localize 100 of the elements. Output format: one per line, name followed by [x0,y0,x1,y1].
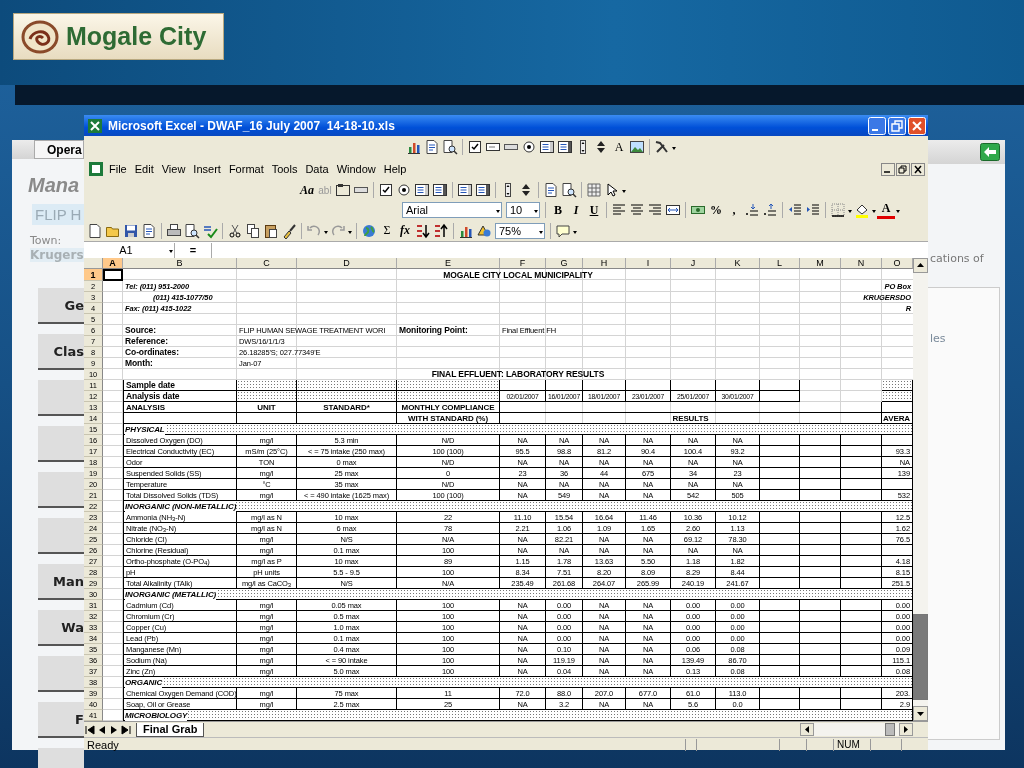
menu-item[interactable]: Edit [130,160,158,178]
table-cell[interactable] [546,380,583,391]
table-cell[interactable] [841,545,882,556]
shaded-cell[interactable] [297,380,397,391]
table-cell[interactable] [841,622,882,633]
table-cell[interactable] [841,446,882,457]
table-cell[interactable]: STANDARD* [297,402,397,413]
column-header[interactable]: O [882,258,913,269]
selected-cell[interactable] [103,269,123,281]
borders-icon[interactable] [830,202,846,218]
table-cell[interactable] [800,644,841,655]
menu-button[interactable] [38,472,84,508]
restore-icon[interactable] [896,162,910,176]
shaded-cell[interactable] [882,391,913,402]
table-cell[interactable] [800,479,841,490]
menu-item[interactable]: File [105,160,131,178]
shaded-cell[interactable] [882,380,913,391]
table-cell[interactable] [800,457,841,468]
checkbox-icon[interactable] [467,139,483,155]
comma-style-button[interactable]: , [725,201,743,219]
table-cell[interactable] [760,655,800,666]
menu-item[interactable]: Insert [189,160,225,178]
table-cell[interactable] [841,556,882,567]
column-header[interactable]: C [237,258,297,269]
table-cell[interactable] [800,633,841,644]
horizontal-scrollbar[interactable] [800,723,913,736]
table-cell[interactable] [841,644,882,655]
table-cell[interactable]: UNIT [237,402,297,413]
column-header[interactable]: J [671,258,716,269]
table-cell[interactable] [500,402,882,413]
scroll-thumb[interactable] [885,723,895,736]
column-header[interactable]: F [500,258,546,269]
combo-box-icon[interactable] [557,139,573,155]
table-cell[interactable] [800,534,841,545]
table-cell[interactable]: MONTHLY COMPLIANCE [397,402,500,413]
table-cell[interactable] [841,479,882,490]
table-cell[interactable] [760,479,800,490]
globe-icon[interactable] [361,222,377,239]
last-sheet-icon[interactable] [120,722,132,737]
label-tool-button[interactable]: Aa [298,181,316,199]
column-header[interactable]: I [626,258,671,269]
shaded-cell[interactable] [397,380,500,391]
table-cell[interactable] [841,611,882,622]
table-cell[interactable]: ANALYSIS [123,402,237,413]
table-cell[interactable] [841,600,882,611]
menu-item[interactable]: Help [379,160,411,178]
shaded-cell[interactable] [397,391,500,402]
copy-icon[interactable] [245,222,261,239]
menu-item[interactable]: Data [301,160,333,178]
table-cell[interactable] [760,512,800,523]
image-icon[interactable] [629,139,645,155]
table-cell[interactable] [583,380,626,391]
table-cell[interactable] [500,380,546,391]
document-icon[interactable] [141,222,157,239]
list-box-icon[interactable] [539,139,555,155]
option-button-icon[interactable] [396,182,412,198]
column-header[interactable]: E [397,258,500,269]
increase-decimal-icon[interactable] [744,202,760,218]
menu-item[interactable]: View [157,160,190,178]
table-cell[interactable] [760,545,800,556]
menu-button[interactable]: Ge [38,288,84,324]
combo-box-icon[interactable] [432,182,448,198]
menu-button[interactable] [38,426,84,462]
help-icon[interactable] [555,222,571,239]
label-tool-button[interactable]: A [610,138,628,156]
table-cell[interactable] [841,523,882,534]
decrease-indent-icon[interactable] [787,202,803,218]
table-cell[interactable] [841,655,882,666]
menu-item[interactable]: Window [332,160,380,178]
shaded-cell[interactable] [123,589,913,600]
column-header[interactable]: D [297,258,397,269]
column-header[interactable]: B [123,258,237,269]
menu-button[interactable]: Clas [38,334,84,370]
properties-icon[interactable] [543,182,559,198]
vertical-scrollbar[interactable] [913,258,928,721]
option-button-icon[interactable] [521,139,537,155]
menu-button[interactable]: Wa [38,610,84,646]
table-cell[interactable] [800,545,841,556]
column-header[interactable]: G [546,258,583,269]
zoom-field[interactable]: 75% [495,222,545,239]
table-cell[interactable] [760,556,800,567]
table-cell[interactable] [841,534,882,545]
table-cell[interactable] [760,534,800,545]
menu-button[interactable] [38,518,84,554]
table-cell[interactable] [760,633,800,644]
merge-center-icon[interactable] [665,202,681,218]
first-sheet-icon[interactable] [84,722,96,737]
frame-icon[interactable] [335,182,351,198]
table-cell[interactable] [760,688,800,699]
table-cell[interactable] [760,622,800,633]
new-document-icon[interactable] [87,222,103,239]
table-cell[interactable] [800,446,841,457]
insert-function-button[interactable]: fx [396,221,414,240]
table-cell[interactable] [716,380,760,391]
checkbox-icon[interactable] [378,182,394,198]
pointer-icon[interactable] [604,182,620,198]
column-header[interactable]: K [716,258,760,269]
table-cell[interactable] [760,567,800,578]
close-icon[interactable] [911,162,925,176]
table-cell[interactable] [671,380,716,391]
